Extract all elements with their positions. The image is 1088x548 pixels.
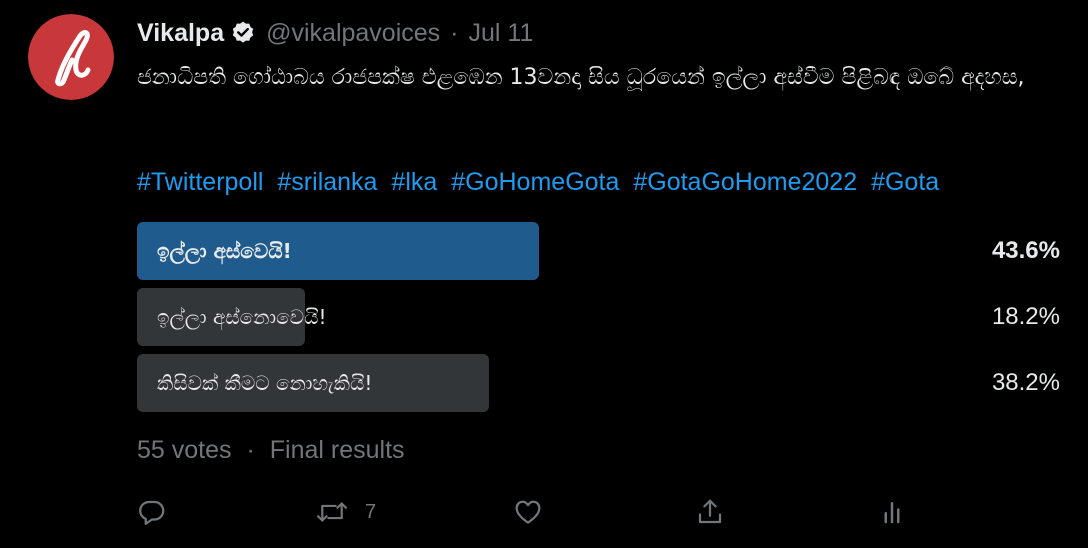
hashtag-link[interactable]: #lka <box>391 168 437 196</box>
tweet[interactable]: Vikalpa @vikalpavoices · Jul 11 ජනාධිපති… <box>0 0 1088 548</box>
poll-option-percent: 38.2% <box>991 369 1060 396</box>
account-handle[interactable]: @vikalpavoices <box>266 19 440 48</box>
poll-option: කිසිවක් කීමට නොහැකියි! 38.2% <box>137 354 1060 412</box>
avatar[interactable] <box>28 14 114 100</box>
poll-option-label: ඉල්ලා අස්වෙයි! <box>157 239 292 263</box>
poll-option-label: ඉල්ලා අස්නොවෙයි! <box>157 305 327 329</box>
hashtag-link[interactable]: #Twitterpoll <box>137 168 263 196</box>
tweet-text: ජනාධිපති ගෝඨාබය රාජපක්ෂ එළඹෙන 13වනදා සිය… <box>137 65 1025 90</box>
retweet-button[interactable]: 7 <box>315 492 376 532</box>
poll-votes: 55 votes <box>137 436 232 464</box>
action-bar: 7 <box>137 492 907 532</box>
share-icon <box>695 497 725 527</box>
poll: ඉල්ලා අස්වෙයි! 43.6% ඉල්ලා අස්නොවෙයි! 18… <box>137 222 1060 420</box>
poll-meta: 55 votes · Final results <box>137 436 413 465</box>
like-button[interactable] <box>513 492 543 532</box>
retweet-count: 7 <box>365 500 377 523</box>
tweet-date[interactable]: Jul 11 <box>469 19 534 48</box>
analytics-icon <box>877 497 907 527</box>
reply-icon <box>137 497 167 527</box>
vikalpa-logo-icon <box>28 14 114 100</box>
poll-option-percent: 43.6% <box>991 237 1060 264</box>
hashtag-link[interactable]: #Gota <box>871 168 939 196</box>
poll-meta-separator: · <box>246 436 255 464</box>
hashtag-link[interactable]: #GotaGoHome2022 <box>633 168 857 196</box>
poll-status: Final results <box>269 436 405 464</box>
reply-button[interactable] <box>137 492 167 532</box>
heart-icon <box>513 497 543 527</box>
verified-badge-icon <box>230 20 256 46</box>
analytics-button[interactable] <box>877 492 907 532</box>
poll-option: ඉල්ලා අස්නොවෙයි! 18.2% <box>137 288 1060 346</box>
share-button[interactable] <box>695 492 725 532</box>
poll-option-label: කිසිවක් කීමට නොහැකියි! <box>157 371 373 395</box>
tweet-header: Vikalpa @vikalpavoices · Jul 11 <box>137 16 533 50</box>
poll-option-percent: 18.2% <box>991 303 1060 330</box>
header-separator: · <box>450 18 459 47</box>
hashtag-link[interactable]: #GoHomeGota <box>451 168 619 196</box>
hashtag-line: #Twitterpoll #srilanka #lka #GoHomeGota … <box>137 164 1057 200</box>
hashtag-link[interactable]: #srilanka <box>277 168 377 196</box>
account-name[interactable]: Vikalpa <box>137 19 224 48</box>
retweet-icon <box>315 497 349 527</box>
poll-option: ඉල්ලා අස්වෙයි! 43.6% <box>137 222 1060 280</box>
